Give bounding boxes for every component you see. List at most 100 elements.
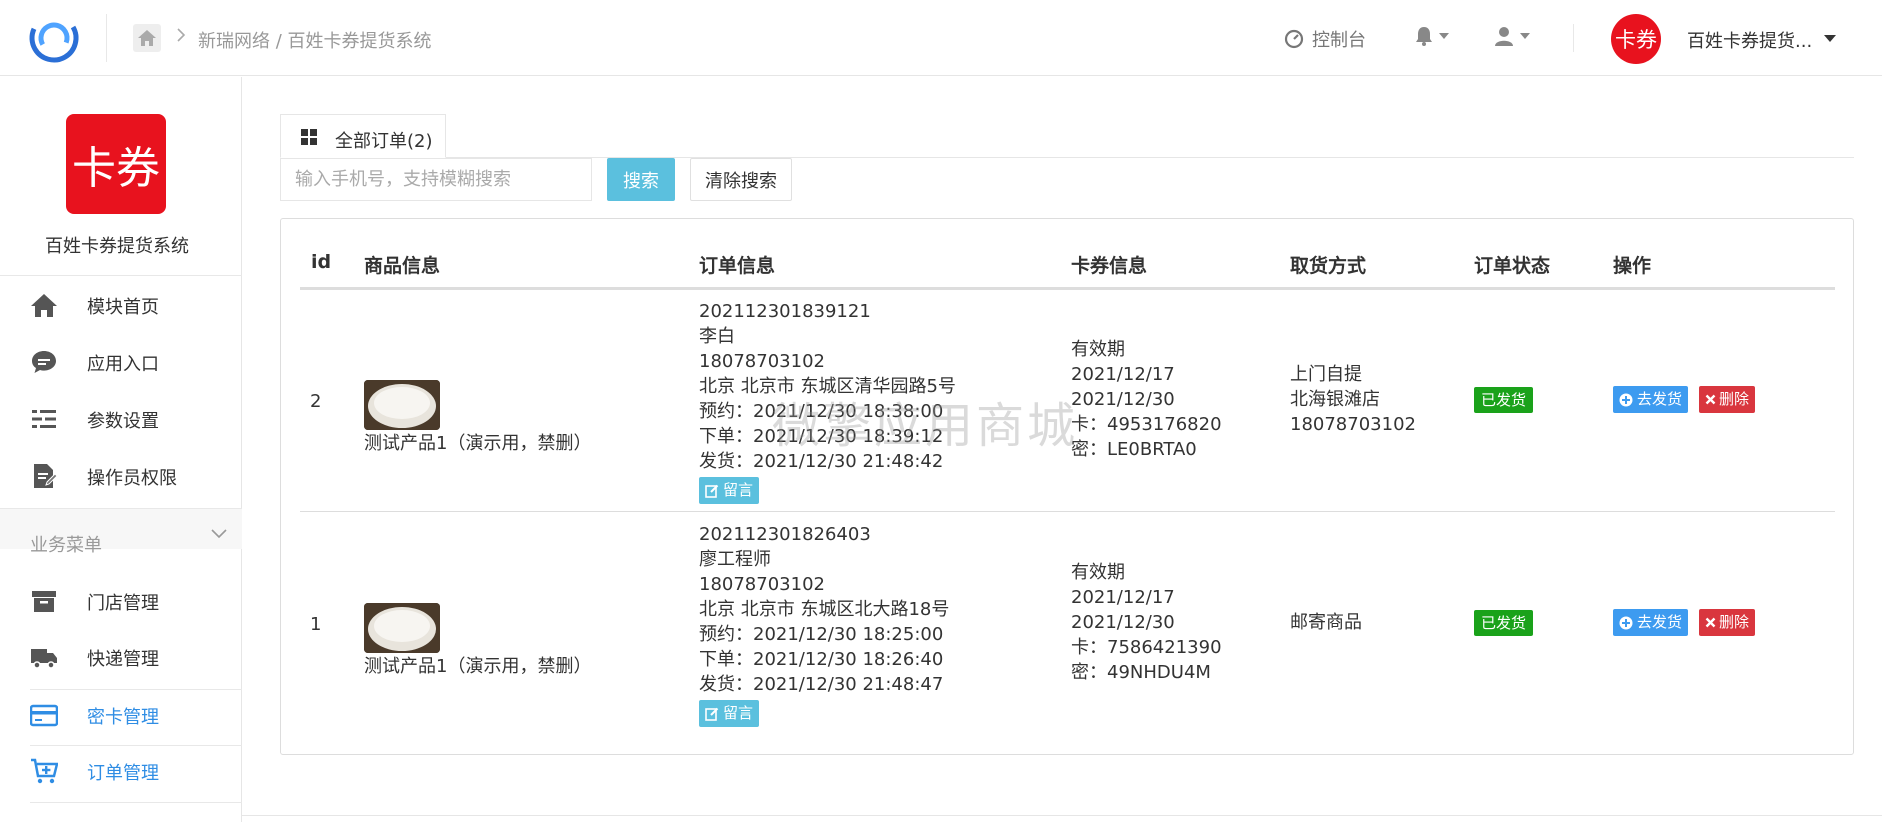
sidebar-item-label: 订单管理 — [87, 763, 159, 784]
footer-divider — [242, 815, 1882, 816]
column-header-product: 商品信息 — [364, 255, 441, 277]
card-number: 卡：7586421390 — [1071, 637, 1222, 658]
divider — [0, 275, 242, 276]
sidebar-item-express-management[interactable]: 快递管理 — [0, 629, 242, 685]
delete-label: 删除 — [1719, 613, 1750, 631]
column-header-card: 卡券信息 — [1071, 255, 1148, 277]
sidebar-item-store-management[interactable]: 门店管理 — [0, 573, 242, 629]
ship-button[interactable]: 去发货 — [1613, 386, 1689, 413]
close-icon — [1705, 394, 1716, 405]
sidebar: 卡券 百姓卡券提货系统 模块首页 应用入口 参数设置 操作员权限 业务菜单 门店… — [0, 77, 242, 822]
card-password: 密：LE0BRTA0 — [1071, 439, 1197, 460]
app-logo-icon[interactable] — [26, 10, 82, 66]
divider — [30, 802, 242, 803]
avatar[interactable]: 卡券 — [1611, 14, 1661, 64]
card-number: 卡：4953176820 — [1071, 414, 1222, 435]
status-badge: 已发货 — [1474, 610, 1534, 636]
dashboard-gauge-icon — [1284, 29, 1304, 49]
account-name[interactable]: 百姓卡券提货... — [1687, 27, 1812, 53]
column-header-actions: 操作 — [1613, 255, 1652, 277]
caret-down-icon[interactable] — [1824, 35, 1836, 42]
clear-search-button[interactable]: 清除搜索 — [690, 158, 792, 201]
caret-down-icon — [1520, 33, 1530, 39]
rice-bowl-icon — [364, 380, 440, 430]
breadcrumb-home-button[interactable] — [133, 24, 161, 52]
chat-icon — [32, 351, 56, 373]
truck-icon — [31, 649, 57, 669]
header-divider — [106, 14, 107, 62]
message-label: 留言 — [723, 481, 754, 499]
message-button[interactable]: 留言 — [699, 477, 760, 504]
sidebar-item-order-management[interactable]: 订单管理 — [0, 743, 242, 799]
top-header: 新瑞网络 / 百姓卡券提货系统 控制台 卡券 百姓卡券提货... — [0, 0, 1882, 76]
column-header-pickup: 取货方式 — [1290, 255, 1367, 277]
close-icon — [1705, 617, 1716, 628]
reserve-time: 预约：2021/12/30 18:38:00 — [699, 401, 944, 422]
user-dropdown[interactable] — [1494, 26, 1530, 46]
chevron-right-icon — [177, 28, 186, 42]
column-header-id: id — [311, 251, 332, 273]
ship-label: 去发货 — [1637, 390, 1683, 408]
delete-label: 删除 — [1719, 390, 1750, 408]
order-time: 下单：2021/12/30 18:26:40 — [699, 649, 944, 670]
console-link[interactable]: 控制台 — [1284, 26, 1366, 52]
grid-icon — [301, 129, 317, 145]
console-label: 控制台 — [1312, 30, 1366, 51]
cart-add-icon — [31, 758, 58, 784]
home-icon — [31, 294, 57, 317]
menu-group-label[interactable]: 业务菜单 — [30, 531, 102, 557]
breadcrumb[interactable]: 新瑞网络 / 百姓卡券提货系统 — [198, 27, 432, 53]
chevron-down-icon[interactable] — [211, 529, 227, 539]
phone-search-input[interactable] — [280, 158, 592, 201]
delete-button[interactable]: 删除 — [1699, 609, 1756, 636]
row-divider — [300, 511, 1835, 512]
product-name: 测试产品1（演示用，禁删） — [364, 656, 592, 677]
message-button[interactable]: 留言 — [699, 700, 760, 727]
message-label: 留言 — [723, 704, 754, 722]
customer-name: 李白 — [699, 326, 735, 347]
card-validity-label: 有效期 — [1071, 339, 1125, 360]
sidebar-item-app-entry[interactable]: 应用入口 — [0, 334, 242, 390]
card-end-date: 2021/12/30 — [1071, 612, 1175, 633]
sidebar-item-label: 应用入口 — [87, 354, 159, 375]
pickup-store: 北海银滩店 — [1290, 389, 1380, 410]
credit-card-icon — [30, 704, 58, 727]
sidebar-item-label: 参数设置 — [87, 411, 159, 432]
customer-phone: 18078703102 — [699, 574, 825, 595]
customer-phone: 18078703102 — [699, 351, 825, 372]
sidebar-item-settings[interactable]: 参数设置 — [0, 391, 242, 447]
ship-time: 发货：2021/12/30 21:48:42 — [699, 451, 944, 472]
sidebar-item-home[interactable]: 模块首页 — [0, 277, 242, 333]
ship-button[interactable]: 去发货 — [1613, 609, 1689, 636]
pickup-method: 上门自提 — [1290, 364, 1362, 385]
list-settings-icon — [32, 410, 56, 428]
caret-down-icon — [1439, 33, 1449, 39]
delete-button[interactable]: 删除 — [1699, 386, 1756, 413]
column-header-order: 订单信息 — [699, 255, 776, 277]
bell-icon — [1416, 27, 1432, 46]
edit-icon — [705, 484, 719, 498]
archive-icon — [32, 591, 56, 612]
card-password: 密：49NHDU4M — [1071, 662, 1211, 683]
sidebar-item-operator-permissions[interactable]: 操作员权限 — [0, 448, 242, 504]
order-id: 1 — [310, 614, 322, 635]
product-name: 测试产品1（演示用，禁删） — [364, 433, 592, 454]
pickup-phone: 18078703102 — [1290, 414, 1416, 435]
search-button[interactable]: 搜索 — [607, 158, 675, 201]
card-validity-label: 有效期 — [1071, 562, 1125, 583]
product-thumbnail — [364, 380, 440, 430]
tab-all-orders[interactable]: 全部订单(2) — [280, 114, 446, 158]
card-start-date: 2021/12/17 — [1071, 364, 1175, 385]
notifications-dropdown[interactable] — [1415, 26, 1449, 46]
app-logo: 卡券 — [66, 114, 166, 214]
order-number: 202112301826403 — [699, 524, 871, 545]
card-start-date: 2021/12/17 — [1071, 587, 1175, 608]
order-id: 2 — [310, 391, 322, 412]
rice-bowl-icon — [364, 603, 440, 653]
card-end-date: 2021/12/30 — [1071, 389, 1175, 410]
home-icon — [138, 30, 156, 46]
customer-address: 北京 北京市 东城区北大路18号 — [699, 599, 950, 620]
table-header-divider — [300, 287, 1835, 290]
sidebar-item-card-management[interactable]: 密卡管理 — [0, 687, 242, 743]
plus-circle-icon — [1619, 393, 1633, 406]
